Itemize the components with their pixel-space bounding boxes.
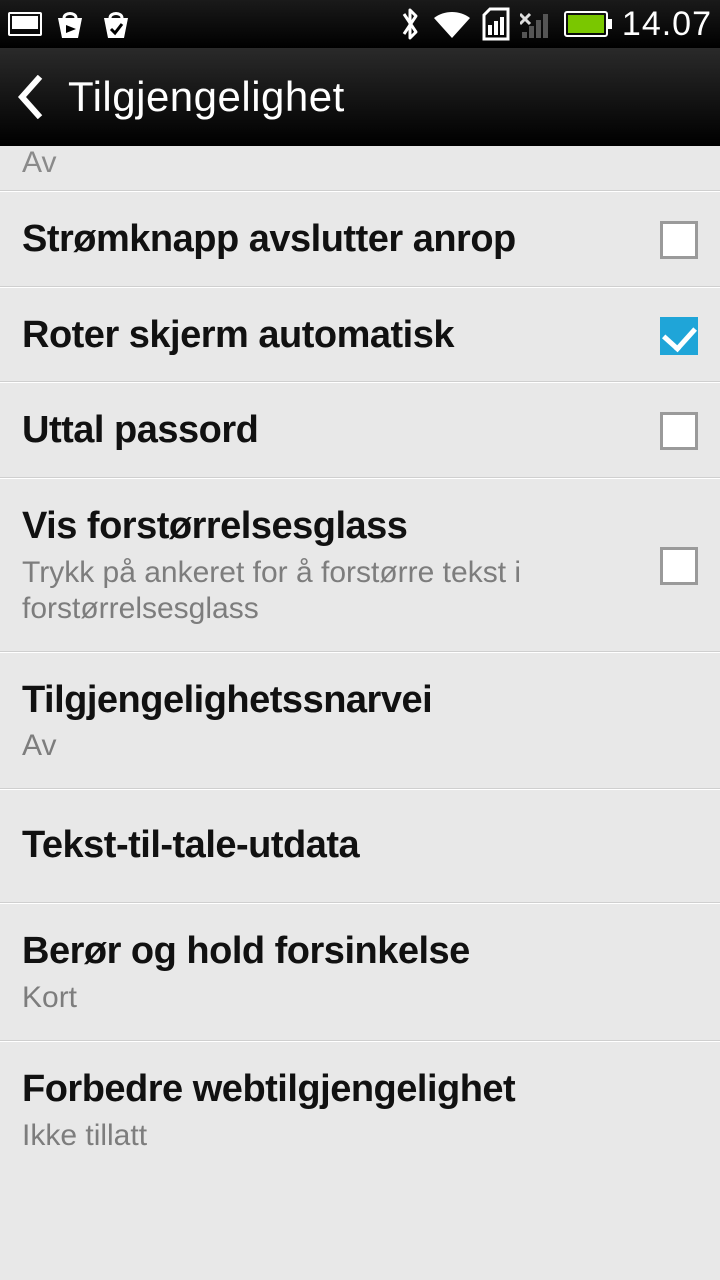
row-label: Tekst-til-tale-utdata [22, 824, 698, 868]
clock-text: 14.07 [622, 5, 712, 44]
row-label: Strømknapp avslutter anrop [22, 218, 640, 262]
row-accessibility-shortcut[interactable]: Tilgjengelighetssnarvei Av [0, 652, 720, 790]
row-touch-hold-delay[interactable]: Berør og hold forsinkelse Kort [0, 903, 720, 1041]
list-item-partial[interactable]: Av [0, 146, 720, 191]
no-signal-icon [520, 8, 554, 40]
row-sub: Kort [22, 980, 698, 1016]
bluetooth-icon [398, 6, 422, 42]
list-item-sub: Av [22, 146, 698, 180]
battery-icon [564, 11, 612, 37]
row-label: Roter skjerm automatisk [22, 314, 640, 358]
row-sub: Av [22, 728, 698, 764]
status-left-icons [8, 8, 134, 40]
row-power-button-ends-call[interactable]: Strømknapp avslutter anrop [0, 191, 720, 287]
play-store-icon [52, 8, 88, 40]
sim-icon [482, 7, 510, 41]
row-sub: Trykk på ankeret for å forstørre tekst i… [22, 555, 640, 627]
settings-list[interactable]: Av Strømknapp avslutter anrop Roter skje… [0, 146, 720, 1178]
screenshot-icon [8, 10, 42, 38]
row-label: Forbedre webtilgjengelighet [22, 1068, 698, 1112]
status-right-icons: 14.07 [398, 5, 712, 44]
back-button[interactable] [10, 67, 50, 127]
row-label: Vis forstørrelsesglass [22, 505, 640, 549]
row-enhance-web-accessibility[interactable]: Forbedre webtilgjengelighet Ikke tillatt [0, 1041, 720, 1178]
row-magnifier[interactable]: Vis forstørrelsesglass Trykk på ankeret … [0, 478, 720, 652]
page-title: Tilgjengelighet [68, 73, 345, 121]
checkbox-speak-passwords[interactable] [660, 412, 698, 450]
wifi-icon [432, 8, 472, 40]
checkbox-magnifier[interactable] [660, 547, 698, 585]
checkbox-auto-rotate[interactable] [660, 317, 698, 355]
action-bar: Tilgjengelighet [0, 48, 720, 146]
row-label: Tilgjengelighetssnarvei [22, 679, 698, 723]
row-label: Berør og hold forsinkelse [22, 930, 698, 974]
status-bar: 14.07 [0, 0, 720, 48]
row-label: Uttal passord [22, 409, 640, 453]
row-auto-rotate[interactable]: Roter skjerm automatisk [0, 287, 720, 383]
checkbox-power-button[interactable] [660, 221, 698, 259]
row-speak-passwords[interactable]: Uttal passord [0, 382, 720, 478]
row-sub: Ikke tillatt [22, 1118, 698, 1154]
row-tts-output[interactable]: Tekst-til-tale-utdata [0, 789, 720, 903]
chevron-left-icon [16, 75, 44, 119]
play-store-update-icon [98, 8, 134, 40]
